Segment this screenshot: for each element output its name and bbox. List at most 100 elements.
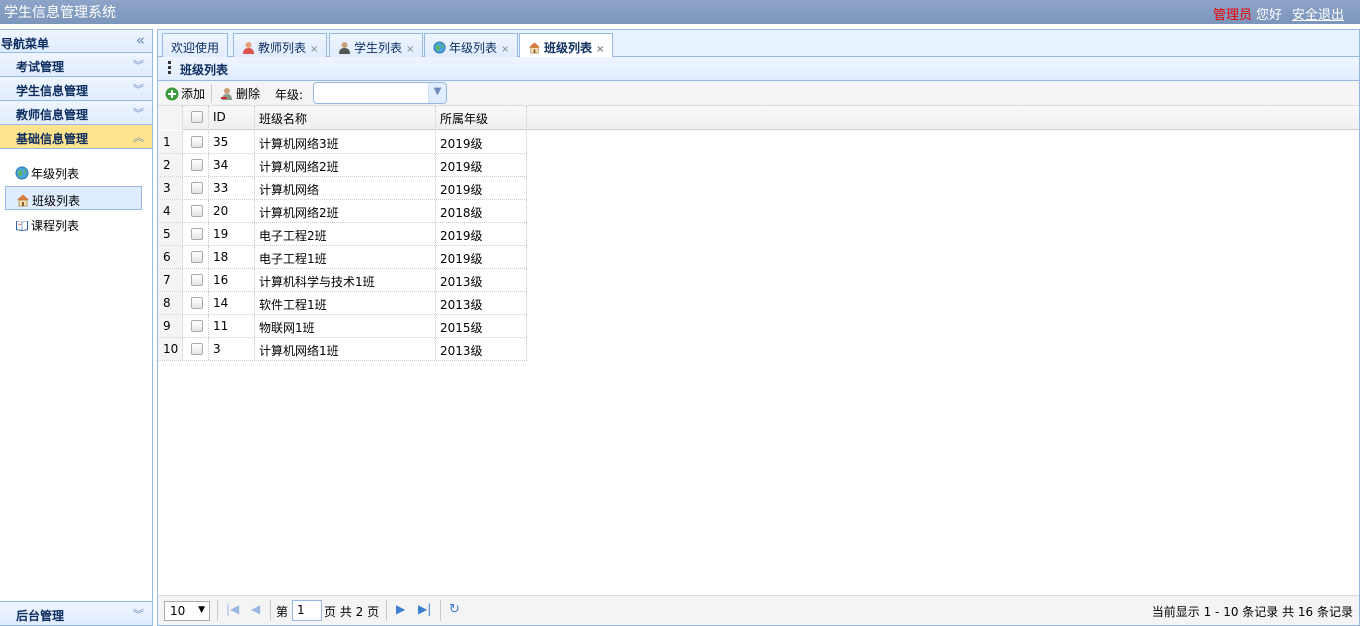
cell-class-name: 电子工程1班 xyxy=(255,246,436,268)
table-row[interactable]: 8 14 软件工程1班 2013级 xyxy=(158,292,527,315)
chevron-down-icon[interactable]: ▼ xyxy=(428,83,446,103)
dropdown-arrow-icon: ▼ xyxy=(198,605,205,615)
nav-section-teacher[interactable]: 教师信息管理 ︾ xyxy=(0,101,152,125)
cell-id: 16 xyxy=(209,269,255,291)
tab-welcome[interactable]: 欢迎使用 xyxy=(162,33,229,57)
delete-button[interactable]: 删除 xyxy=(220,85,260,102)
page-number-input[interactable]: 1 xyxy=(292,600,322,621)
page-total-text: 页 共 2 页 xyxy=(324,605,380,619)
sidebar-item-label: 班级列表 xyxy=(32,194,81,208)
grade-filter-select[interactable]: ▼ xyxy=(313,82,447,104)
row-select-cell xyxy=(183,223,209,245)
column-header-grade[interactable]: 所属年级 xyxy=(436,106,527,130)
tab-label: 教师列表 xyxy=(258,41,307,55)
sidebar-item-class-list[interactable]: 班级列表 xyxy=(5,186,142,210)
nav-section-basic[interactable]: 基础信息管理 ︽ xyxy=(0,125,152,149)
table-row[interactable]: 4 20 计算机网络2班 2018级 xyxy=(158,200,527,223)
table-row[interactable]: 6 18 电子工程1班 2019级 xyxy=(158,246,527,269)
row-checkbox[interactable] xyxy=(191,228,203,240)
pager-divider xyxy=(440,600,441,621)
chevron-double-down-icon: ︾ xyxy=(133,59,144,72)
pagination-bar: 10 ▼ |◀ ◀ 第 1 页 共 2 页 ▶ ▶| ↻ 当前显示 1 - 10… xyxy=(158,595,1359,625)
row-number: 1 xyxy=(158,131,183,153)
cell-grade: 2019级 xyxy=(436,246,527,268)
row-number: 8 xyxy=(158,292,183,314)
row-checkbox[interactable] xyxy=(191,205,203,217)
close-icon[interactable]: × xyxy=(310,44,318,55)
cell-id: 18 xyxy=(209,246,255,268)
table-row[interactable]: 9 11 物联网1班 2015级 xyxy=(158,315,527,338)
table-row[interactable]: 3 33 计算机网络 2019级 xyxy=(158,177,527,200)
table-row[interactable]: 2 34 计算机网络2班 2019级 xyxy=(158,154,527,177)
cell-class-name: 电子工程2班 xyxy=(255,223,436,245)
row-checkbox[interactable] xyxy=(191,297,203,309)
sidebar-item-course-list[interactable]: 课程列表 xyxy=(5,212,142,236)
greeting-text: 您好 xyxy=(1255,8,1282,23)
first-page-icon[interactable]: |◀ xyxy=(226,602,239,616)
row-number: 4 xyxy=(158,200,183,222)
cell-class-name: 计算机科学与技术1班 xyxy=(255,269,436,291)
sidebar-item-grade-list[interactable]: 年级列表 xyxy=(5,160,142,184)
close-icon[interactable]: × xyxy=(406,44,414,55)
row-checkbox[interactable] xyxy=(191,182,203,194)
top-header: 学生信息管理系统 管理员 您好 安全退出 xyxy=(0,0,1360,24)
cell-class-name: 计算机网络2班 xyxy=(255,200,436,222)
nav-section-label: 后台管理 xyxy=(16,609,65,623)
row-number: 9 xyxy=(158,315,183,337)
row-select-cell xyxy=(183,177,209,199)
close-icon[interactable]: × xyxy=(501,44,509,55)
tab-grade-list[interactable]: 年级列表 × xyxy=(424,33,519,57)
next-page-icon[interactable]: ▶ xyxy=(396,602,405,616)
tab-teacher-list[interactable]: 教师列表 × xyxy=(233,33,328,57)
row-checkbox[interactable] xyxy=(191,159,203,171)
row-checkbox[interactable] xyxy=(191,136,203,148)
cell-class-name: 软件工程1班 xyxy=(255,292,436,314)
nav-section-label: 学生信息管理 xyxy=(16,84,89,98)
row-select-cell xyxy=(183,246,209,268)
tab-label: 欢迎使用 xyxy=(171,41,220,55)
row-checkbox[interactable] xyxy=(191,343,203,355)
page-number-value: 1 xyxy=(297,603,305,617)
tab-student-list[interactable]: 学生列表 × xyxy=(329,33,424,57)
nav-section-exam[interactable]: 考试管理 ︾ xyxy=(0,53,152,77)
book-icon xyxy=(15,218,29,232)
cell-class-name: 计算机网络 xyxy=(255,177,436,199)
tab-bar: 欢迎使用 教师列表 × 学生列表 × 年级列表 × 班级列表 × xyxy=(158,30,1359,58)
select-all-checkbox[interactable] xyxy=(191,111,203,123)
sidebar-item-label: 年级列表 xyxy=(31,167,80,181)
logout-link[interactable]: 安全退出 xyxy=(1292,8,1344,23)
row-checkbox[interactable] xyxy=(191,251,203,263)
tab-class-list[interactable]: 班级列表 × xyxy=(519,33,614,58)
row-select-cell xyxy=(183,338,209,360)
table-row[interactable]: 5 19 电子工程2班 2019级 xyxy=(158,223,527,246)
delete-user-icon xyxy=(220,87,234,101)
pager-divider xyxy=(270,600,271,621)
table-row[interactable]: 7 16 计算机科学与技术1班 2013级 xyxy=(158,269,527,292)
house-icon xyxy=(16,193,30,207)
row-checkbox[interactable] xyxy=(191,274,203,286)
prev-page-icon[interactable]: ◀ xyxy=(251,602,260,616)
cell-id: 3 xyxy=(209,338,255,360)
column-header-class-name[interactable]: 班级名称 xyxy=(255,106,436,130)
student-icon xyxy=(338,41,351,54)
cell-grade: 2013级 xyxy=(436,269,527,291)
refresh-icon[interactable]: ↻ xyxy=(449,602,460,617)
cell-id: 33 xyxy=(209,177,255,199)
add-icon xyxy=(165,87,179,101)
table-row[interactable]: 10 3 计算机网络1班 2013级 xyxy=(158,338,527,361)
column-header-id[interactable]: ID xyxy=(209,106,255,130)
row-number: 10 xyxy=(158,338,183,360)
panel-title: 班级列表 xyxy=(180,63,229,77)
cell-id: 34 xyxy=(209,154,255,176)
add-button[interactable]: 添加 xyxy=(165,85,205,102)
tab-label: 班级列表 xyxy=(544,41,593,55)
cell-class-name: 物联网1班 xyxy=(255,315,436,337)
row-checkbox[interactable] xyxy=(191,320,203,332)
table-row[interactable]: 1 35 计算机网络3班 2019级 xyxy=(158,131,527,154)
nav-section-student[interactable]: 学生信息管理 ︾ xyxy=(0,77,152,101)
nav-section-backend[interactable]: 后台管理 ︾ xyxy=(0,601,152,625)
close-icon[interactable]: × xyxy=(596,44,604,55)
collapse-left-icon[interactable]: « xyxy=(136,31,145,49)
page-size-select[interactable]: 10 ▼ xyxy=(164,601,210,621)
last-page-icon[interactable]: ▶| xyxy=(418,602,431,616)
